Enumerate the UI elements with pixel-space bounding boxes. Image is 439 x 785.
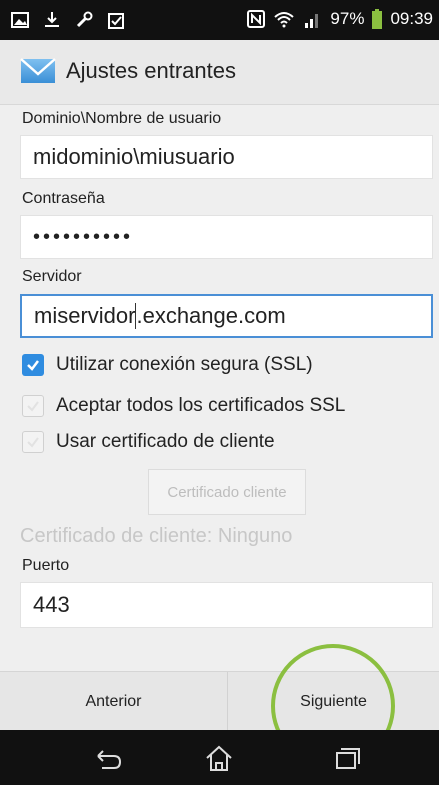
mail-icon	[20, 58, 56, 83]
nfc-icon	[247, 10, 266, 28]
settings-form: Dominio\Nombre de usuario midominio\mius…	[0, 105, 439, 671]
server-field[interactable]: miservidor .exchange.com	[20, 294, 433, 338]
download-icon	[45, 12, 59, 27]
accept-all-certs-label: Aceptar todos los certificados SSL	[56, 395, 346, 416]
battery-percent: 97%	[330, 9, 365, 28]
signal-icon	[305, 14, 319, 28]
app-bar: Ajustes entrantes	[0, 40, 439, 105]
check-icon	[27, 360, 39, 371]
port-value: 443	[33, 592, 70, 617]
status-right: 97% 09:39	[246, 9, 433, 29]
client-cert-label: Usar certificado de cliente	[56, 431, 275, 452]
password-value: ••••••••••	[33, 225, 134, 248]
port-label: Puerto	[22, 557, 70, 574]
status-left-icons	[10, 10, 126, 30]
accept-all-certs-row[interactable]: Aceptar todos los certificados SSL	[22, 395, 345, 417]
image-icon	[11, 12, 29, 28]
next-button[interactable]: Siguiente	[228, 672, 439, 731]
previous-button[interactable]: Anterior	[0, 672, 227, 731]
wrench-icon	[76, 11, 93, 28]
password-label: Contraseña	[22, 190, 105, 207]
status-bar: 97% 09:39	[0, 0, 439, 40]
server-value-end: .exchange.com	[136, 303, 286, 328]
page-title: Ajustes entrantes	[66, 58, 236, 83]
ssl-checkbox-row[interactable]: Utilizar conexión segura (SSL)	[22, 354, 313, 376]
ssl-label: Utilizar conexión segura (SSL)	[56, 354, 313, 375]
client-cert-row[interactable]: Usar certificado de cliente	[22, 431, 275, 453]
port-field[interactable]: 443	[20, 582, 433, 628]
server-value-start: miservidor	[34, 303, 136, 328]
navigation-bar	[0, 730, 439, 785]
clipboard-check-icon	[108, 13, 124, 29]
check-faint-icon	[27, 437, 39, 448]
back-icon[interactable]	[90, 744, 124, 772]
domain-label: Dominio\Nombre de usuario	[22, 110, 222, 127]
bottom-button-bar: Anterior Siguiente	[0, 671, 439, 731]
home-icon[interactable]	[202, 744, 236, 772]
ssl-checkbox[interactable]	[22, 354, 44, 376]
recents-icon[interactable]	[330, 744, 364, 772]
client-certificate-button[interactable]: Certificado cliente	[148, 469, 306, 515]
battery-icon	[372, 9, 383, 29]
domain-username-value: midominio\miusuario	[33, 144, 235, 169]
check-faint-icon	[27, 401, 39, 412]
domain-username-field[interactable]: midominio\miusuario	[20, 135, 433, 179]
wifi-icon	[274, 12, 295, 28]
clock: 09:39	[390, 9, 433, 28]
server-label: Servidor	[22, 268, 82, 285]
accept-all-certs-checkbox[interactable]	[22, 395, 44, 417]
client-cert-checkbox[interactable]	[22, 431, 44, 453]
client-certificate-status: Certificado de cliente: Ninguno	[20, 525, 293, 547]
password-field[interactable]: ••••••••••	[20, 215, 433, 259]
